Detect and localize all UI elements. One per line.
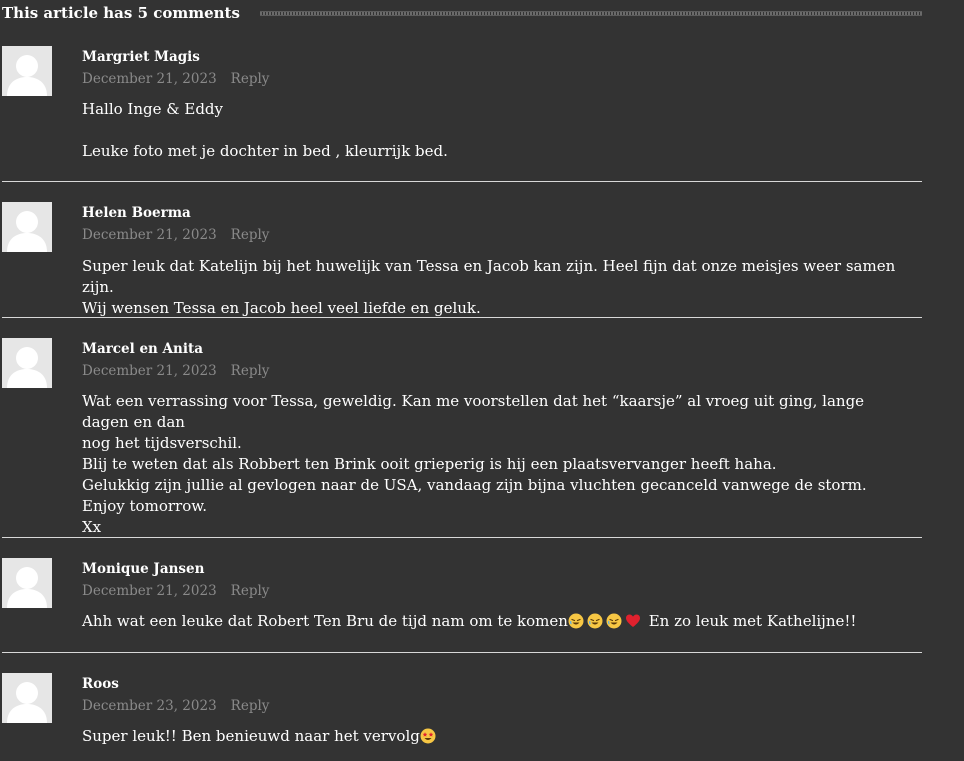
rolling-laughing-icon [606,613,622,629]
comment-author: Roos [82,676,119,692]
comment-line: nog het tijdsverschil. [82,434,242,452]
comment-line: Leuke foto met je dochter in bed , kleur… [82,142,448,160]
rolling-laughing-icon [587,613,603,629]
comment-author: Helen Boerma [82,205,191,221]
avatar-icon [2,46,52,96]
comment-divider [2,317,922,318]
star-struck-icon [420,728,436,744]
comment-line: Wat een verrassing voor Tessa, geweldig.… [82,392,865,431]
comment-line: Blij te weten dat als Robbert ten Brink … [82,455,777,473]
rolling-laughing-icon [568,613,584,629]
comment-line: Enjoy tomorrow. [82,497,208,515]
reply-link[interactable]: Reply [231,227,270,243]
avatar-icon [2,558,52,608]
reply-link[interactable]: Reply [231,363,270,379]
comments-header: This article has 5 comments [2,3,922,23]
avatar-icon [2,338,52,388]
comment-date[interactable]: December 21, 2023 [82,363,217,379]
comment-divider [2,652,922,653]
comment-text: Ahh wat een leuke dat Robert Ten Bru de … [82,612,568,630]
comment-line: Hallo Inge & Eddy [82,100,223,118]
comment-author: Monique Jansen [82,561,205,577]
comment-line: Gelukkig zijn jullie al gevlogen naar de… [82,476,867,494]
comment-body: Super leuk dat Katelijn bij het huwelijk… [82,256,912,319]
reply-link[interactable]: Reply [231,698,270,714]
comment-line: Super leuk dat Katelijn bij het huwelijk… [82,257,896,296]
comment-line: Xx [82,518,102,536]
comment-author: Margriet Magis [82,49,200,65]
comment-date[interactable]: December 21, 2023 [82,71,217,87]
comment-text: Super leuk!! Ben benieuwd naar het vervo… [82,727,420,745]
comment-date[interactable]: December 23, 2023 [82,698,217,714]
comments-count-title: This article has 5 comments [2,4,240,22]
reply-link[interactable]: Reply [231,583,270,599]
red-heart-icon [625,614,640,627]
reply-link[interactable]: Reply [231,71,270,87]
comment-author: Marcel en Anita [82,341,203,357]
avatar-icon [2,202,52,252]
comment-divider [2,537,922,538]
comment-body: Wat een verrassing voor Tessa, geweldig.… [82,391,912,538]
avatar-icon [2,673,52,723]
comment-line: Wij wensen Tessa en Jacob heel veel lief… [82,299,481,317]
comments-section: This article has 5 comments Margriet Mag… [0,0,964,761]
comment-text: En zo leuk met Kathelijne!! [648,612,857,630]
comment-body: Super leuk!! Ben benieuwd naar het vervo… [82,726,912,747]
comment-divider [2,181,922,182]
comment-date[interactable]: December 21, 2023 [82,583,217,599]
comment-date[interactable]: December 21, 2023 [82,227,217,243]
header-decorative-rule [259,10,922,16]
comment-body: Ahh wat een leuke dat Robert Ten Bru de … [82,611,912,632]
comment-blank-line [82,120,912,141]
comment-body: Hallo Inge & Eddy Leuke foto met je doch… [82,99,912,162]
